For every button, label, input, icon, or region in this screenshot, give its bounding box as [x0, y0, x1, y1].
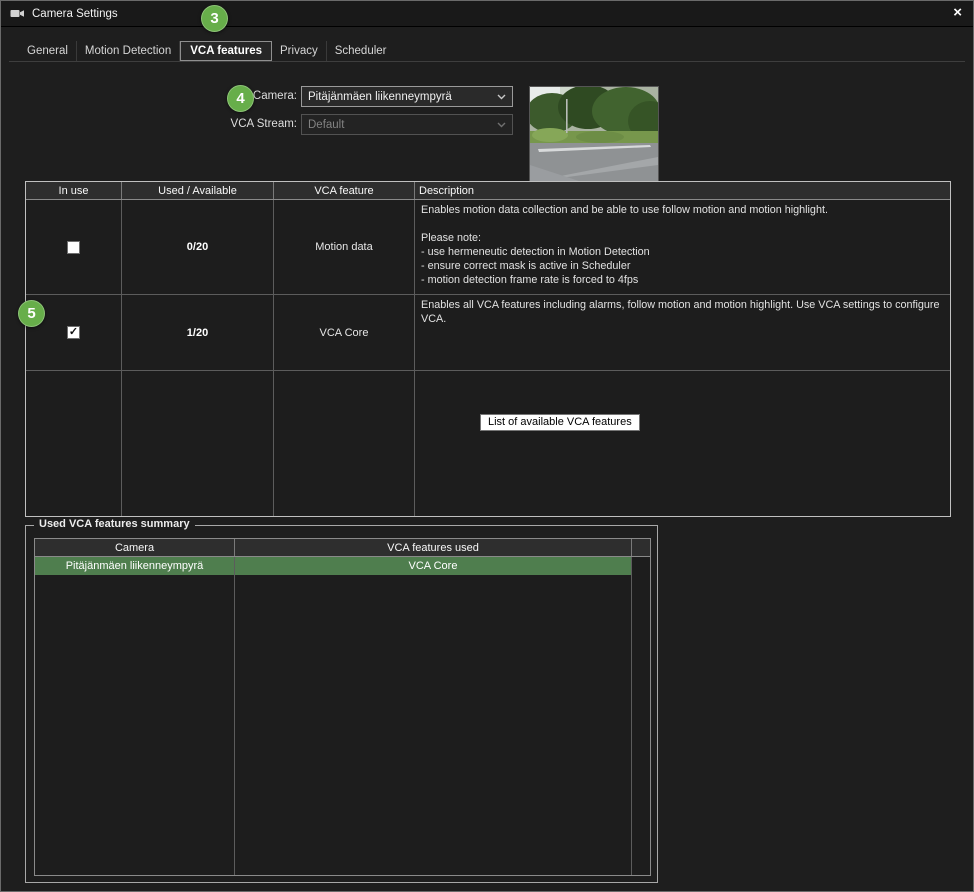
used-available-value: 0/20 — [122, 200, 274, 294]
feature-name: Motion data — [274, 200, 415, 294]
vca-stream-select-value: Default — [308, 119, 344, 131]
camera-preview-thumbnail — [529, 86, 659, 183]
camera-icon — [10, 8, 25, 19]
check-mark: ✓ — [69, 327, 78, 338]
vca-feature-table: In use Used / Available VCA feature Desc… — [25, 181, 951, 517]
summary-row-selected[interactable]: Pitäjänmäen liikenneympyrä VCA Core — [35, 557, 650, 575]
window-title: Camera Settings — [32, 8, 118, 20]
tab-general[interactable]: General — [19, 41, 77, 61]
tab-bar: General Motion Detection VCA features Pr… — [9, 39, 965, 62]
table-row-motion-data: 0/20 Motion data Enables motion data col… — [26, 200, 950, 295]
summary-table: Camera VCA features used Pitäjänmäen lii… — [34, 538, 651, 876]
summary-row-spacer — [632, 557, 650, 575]
column-header-spacer — [632, 539, 650, 556]
camera-select-value: Pitäjänmäen liikenneympyrä — [308, 91, 452, 103]
summary-camera-name: Pitäjänmäen liikenneympyrä — [35, 557, 235, 575]
column-header-description[interactable]: Description — [415, 182, 950, 199]
camera-select[interactable]: Pitäjänmäen liikenneympyrä — [301, 86, 513, 107]
tab-privacy[interactable]: Privacy — [272, 41, 327, 61]
motion-data-checkbox[interactable] — [67, 241, 80, 254]
summary-features-used: VCA Core — [235, 557, 632, 575]
column-header-vca-feature[interactable]: VCA feature — [274, 182, 415, 199]
tooltip: List of available VCA features — [480, 414, 640, 431]
step-badge-3: 3 — [201, 5, 228, 32]
column-header-used-available[interactable]: Used / Available — [122, 182, 274, 199]
chevron-down-icon — [497, 122, 506, 128]
vca-stream-select[interactable]: Default — [301, 114, 513, 135]
feature-name: VCA Core — [274, 295, 415, 370]
vca-stream-label: VCA Stream: — [167, 118, 297, 130]
summary-empty-area — [35, 575, 650, 875]
summary-table-header: Camera VCA features used — [35, 539, 650, 557]
empty-table-area — [26, 371, 950, 516]
step-badge-4: 4 — [227, 85, 254, 112]
used-available-value: 1/20 — [122, 295, 274, 370]
vca-feature-table-header: In use Used / Available VCA feature Desc… — [26, 182, 950, 200]
tab-scheduler[interactable]: Scheduler — [327, 41, 395, 61]
in-use-cell — [26, 200, 122, 294]
chevron-down-icon — [497, 94, 506, 100]
close-icon[interactable]: × — [953, 4, 962, 22]
table-row-vca-core: ✓ 1/20 VCA Core Enables all VCA features… — [26, 295, 950, 371]
column-header-camera[interactable]: Camera — [35, 539, 235, 556]
vca-core-checkbox[interactable]: ✓ — [67, 326, 80, 339]
feature-description: Enables motion data collection and be ab… — [415, 200, 950, 294]
tab-motion-detection[interactable]: Motion Detection — [77, 41, 180, 61]
titlebar: Camera Settings × — [1, 1, 973, 27]
tab-vca-features[interactable]: VCA features — [180, 41, 272, 61]
group-title: Used VCA features summary — [34, 518, 195, 530]
feature-description: Enables all VCA features including alarm… — [415, 295, 950, 370]
used-vca-summary-group: Used VCA features summary Camera VCA fea… — [25, 525, 658, 883]
step-badge-5: 5 — [18, 300, 45, 327]
column-header-features-used[interactable]: VCA features used — [235, 539, 632, 556]
column-header-in-use[interactable]: In use — [26, 182, 122, 199]
camera-settings-dialog: Camera Settings × General Motion Detecti… — [0, 0, 974, 892]
